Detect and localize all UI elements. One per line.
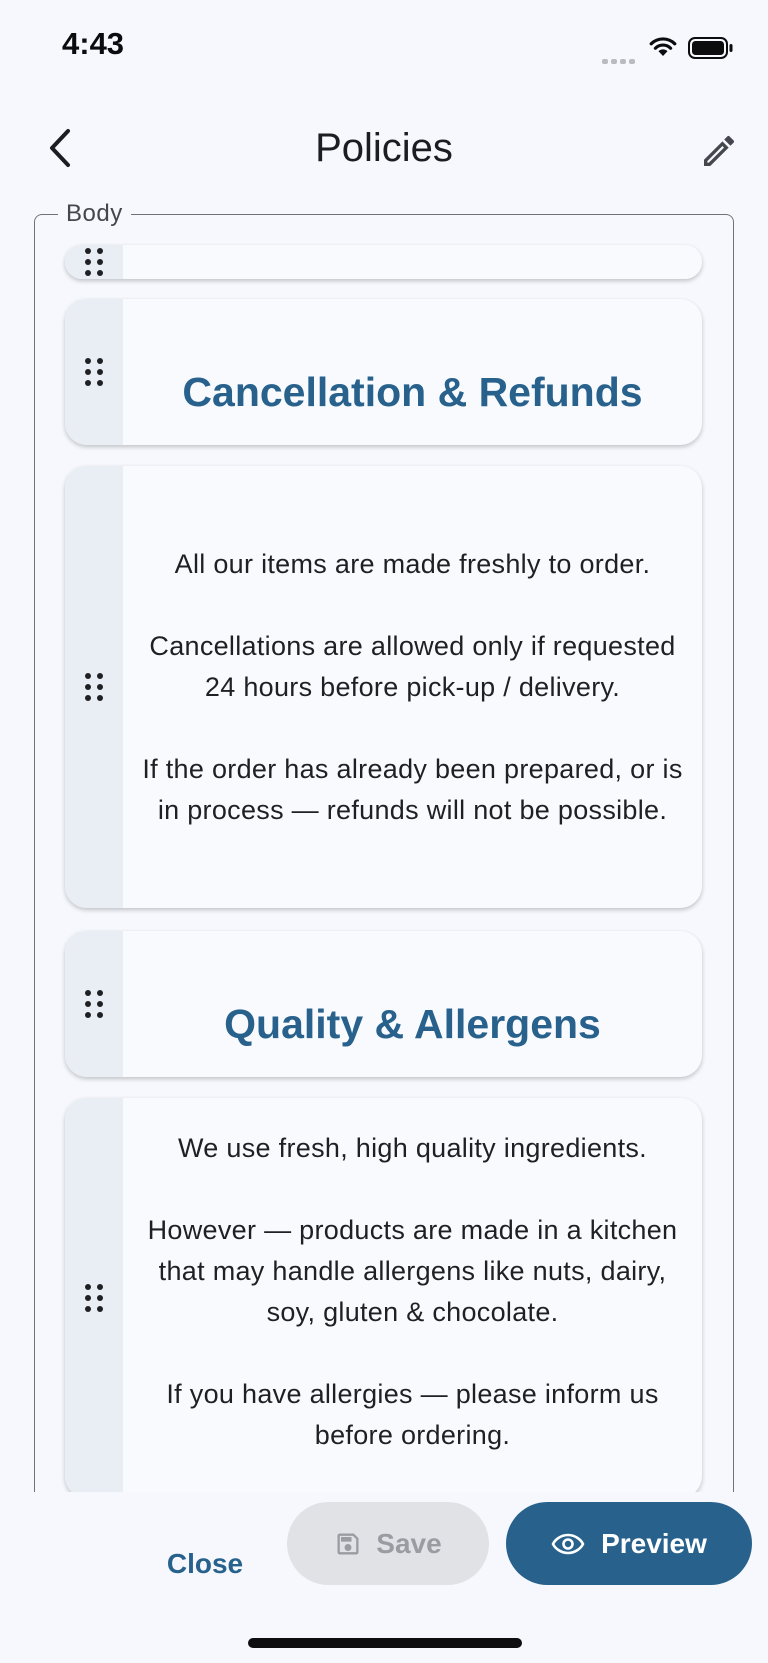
block-heading: Cancellation & Refunds xyxy=(182,368,643,415)
block-paragraph: All our items are made freshly to order.… xyxy=(142,548,683,825)
save-icon xyxy=(337,1533,359,1554)
body-field-label: Body xyxy=(58,200,131,228)
block-heading: Quality & Allergens xyxy=(224,1000,601,1047)
page-title: Policies xyxy=(315,126,453,170)
drag-handle-icon xyxy=(85,248,103,276)
status-time: 4:43 xyxy=(62,26,125,61)
block-content[interactable]: We use fresh, high quality ingredients. … xyxy=(123,1098,702,1492)
drag-handle-icon xyxy=(85,1284,103,1312)
block-card-paragraph[interactable]: All our items are made freshly to order.… xyxy=(65,466,702,908)
preview-button[interactable]: Preview xyxy=(506,1502,752,1585)
block-content[interactable]: All our items are made freshly to order.… xyxy=(123,466,702,908)
drag-handle-icon xyxy=(85,990,103,1018)
battery-icon xyxy=(688,37,733,59)
home-indicator xyxy=(248,1638,522,1648)
block-card-heading[interactable]: Cancellation & Refunds xyxy=(65,299,702,445)
drag-handle[interactable] xyxy=(65,1098,123,1492)
eye-icon xyxy=(551,1533,585,1554)
block-content[interactable]: Quality & Allergens xyxy=(123,931,702,1077)
edit-button[interactable] xyxy=(692,124,746,178)
block-card-paragraph[interactable]: We use fresh, high quality ingredients. … xyxy=(65,1098,702,1492)
pencil-icon xyxy=(704,135,735,166)
block-content[interactable]: Cancellation & Refunds xyxy=(123,299,702,445)
drag-handle-icon xyxy=(85,358,103,386)
block-paragraph: We use fresh, high quality ingredients. … xyxy=(147,1133,678,1450)
preview-label: Preview xyxy=(601,1527,707,1559)
close-button[interactable]: Close xyxy=(150,1524,260,1604)
block-content[interactable] xyxy=(123,245,702,279)
status-bar: 4:43 xyxy=(0,0,768,95)
drag-handle-icon xyxy=(85,673,103,701)
save-button: Save xyxy=(287,1502,489,1585)
drag-handle[interactable] xyxy=(65,299,123,445)
app-bar: Policies xyxy=(0,110,768,190)
block-card-empty[interactable] xyxy=(65,245,702,279)
block-card-heading[interactable]: Quality & Allergens xyxy=(65,931,702,1077)
drag-handle[interactable] xyxy=(65,466,123,908)
drag-handle[interactable] xyxy=(65,931,123,1077)
save-label: Save xyxy=(376,1527,442,1559)
wifi-icon xyxy=(649,37,677,56)
drag-handle[interactable] xyxy=(65,245,123,279)
blocks-list[interactable]: Cancellation & Refunds All our items are… xyxy=(0,240,768,1492)
cellular-signal-icon xyxy=(602,51,638,69)
